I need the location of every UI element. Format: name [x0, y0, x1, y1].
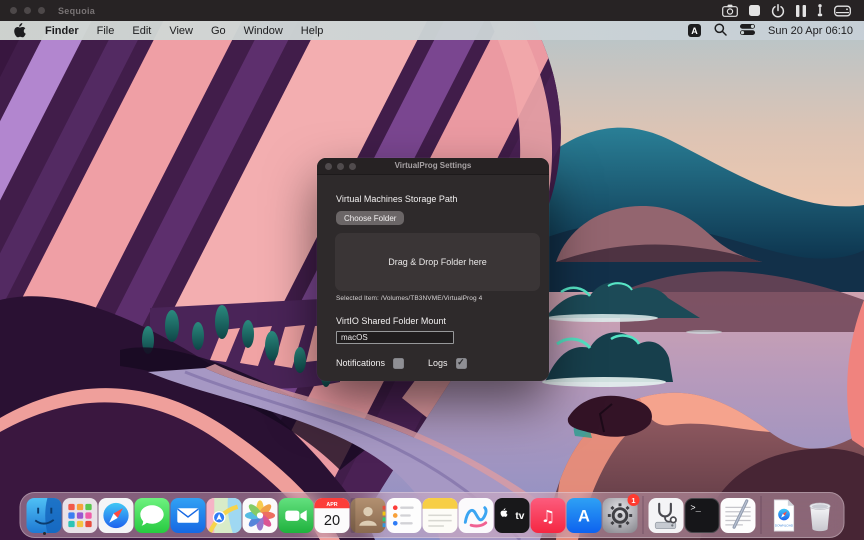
dock-icon-freeform[interactable] [458, 495, 494, 535]
dock-icon-textedit[interactable] [720, 495, 756, 535]
dock-icon-messages[interactable] [134, 495, 170, 535]
menu-go[interactable]: Go [202, 25, 235, 37]
selected-item-text: Selected Item: /Volumes/TB3NVME/VirtualP… [336, 294, 483, 302]
notifications-checkbox[interactable] [393, 357, 405, 369]
vm-window-titlebar: Sequoia [0, 0, 864, 21]
dock-icon-tv[interactable]: tv [494, 495, 530, 535]
dock-icon-terminal[interactable]: >_ [684, 495, 720, 535]
apple-menu[interactable] [0, 23, 36, 38]
svg-text:A: A [578, 506, 590, 525]
virtualprog-settings-window: VirtualProg Settings Virtual Machines St… [317, 158, 549, 381]
tv-label: tv [515, 510, 524, 521]
dock-icon-calendar[interactable]: APR 20 [314, 495, 350, 535]
svg-text:♫: ♫ [541, 506, 556, 525]
dock-icon-finder[interactable] [26, 495, 62, 535]
logs-checkbox[interactable] [455, 357, 467, 369]
desktop: Sequoia Finder File Edit View Go Window … [0, 0, 864, 540]
menu-view[interactable]: View [160, 25, 202, 37]
dock-icon-notes[interactable] [422, 495, 458, 535]
menu-file[interactable]: File [88, 25, 124, 37]
dropzone-text: Drag & Drop Folder here [388, 256, 487, 267]
notifications-label: Notifications [336, 358, 386, 368]
menu-help[interactable]: Help [292, 25, 333, 37]
power-icon[interactable] [771, 3, 785, 18]
calendar-day: 20 [324, 513, 340, 529]
dock-icon-facetime[interactable] [278, 495, 314, 535]
menu-bar-clock[interactable]: Sun 20 Apr 06:10 [768, 25, 853, 37]
dock-separator [642, 496, 644, 534]
dock-icon-contacts[interactable] [350, 495, 386, 535]
close-button[interactable] [325, 162, 332, 170]
vm-close-button[interactable] [10, 7, 17, 14]
usb-icon[interactable] [817, 4, 823, 17]
calendar-month: APR [326, 501, 337, 507]
vm-zoom-button[interactable] [38, 7, 45, 14]
dock-icon-launchpad[interactable] [62, 495, 98, 535]
vm-window-controls [10, 7, 45, 14]
pause-icon[interactable] [796, 4, 806, 17]
dock-separator [760, 496, 762, 534]
dock-icon-safari[interactable] [98, 495, 134, 535]
logs-label: Logs [428, 358, 448, 368]
dock-item-download-file[interactable]: DOWNLOAD [767, 495, 802, 535]
dock-icon-app-store[interactable]: A [566, 495, 602, 535]
spotlight-search-icon[interactable] [714, 22, 727, 39]
menu-window[interactable]: Window [235, 25, 292, 37]
drive-icon[interactable] [834, 5, 851, 17]
menu-edit[interactable]: Edit [123, 25, 160, 37]
vm-window-title: Sequoia [58, 5, 96, 16]
menu-app-name[interactable]: Finder [36, 25, 88, 37]
mount-name-input[interactable] [336, 330, 454, 344]
dock-icon-trash[interactable] [803, 495, 838, 535]
zoom-button[interactable] [349, 162, 356, 170]
dock-icon-reminders[interactable] [386, 495, 422, 535]
choose-folder-button[interactable]: Choose Folder [336, 211, 405, 225]
input-source-icon[interactable]: A [687, 24, 701, 37]
download-file-label: DOWNLOAD [775, 523, 794, 527]
control-center-icon[interactable] [739, 23, 755, 38]
terminal-prompt: >_ [690, 503, 701, 513]
notification-badge: 1 [627, 494, 640, 506]
dock-icon-music[interactable]: ♫ [530, 495, 566, 535]
dock-icon-mail[interactable] [170, 495, 206, 535]
stop-icon[interactable] [749, 5, 760, 16]
folder-dropzone[interactable]: Drag & Drop Folder here [335, 232, 540, 291]
virtio-mount-label: VirtIO Shared Folder Mount [336, 315, 446, 326]
dock-icon-photos[interactable] [242, 495, 278, 535]
vm-minimize-button[interactable] [24, 7, 31, 14]
minimize-button[interactable] [337, 162, 344, 170]
settings-window-titlebar[interactable]: VirtualProg Settings [317, 158, 549, 175]
dock-icon-disk-utility[interactable] [648, 495, 684, 535]
dock-icon-maps[interactable] [206, 495, 242, 535]
storage-path-label: Virtual Machines Storage Path [336, 194, 458, 204]
finder-running-indicator [42, 532, 46, 535]
menu-bar: Finder File Edit View Go Window Help A S… [0, 21, 864, 40]
dock-icon-system-settings[interactable]: 1 [602, 494, 640, 535]
dock: APR 20 tv ♫ A 1 >_ DOWNLOAD [19, 492, 845, 538]
screenshot-camera-icon[interactable] [722, 4, 738, 17]
